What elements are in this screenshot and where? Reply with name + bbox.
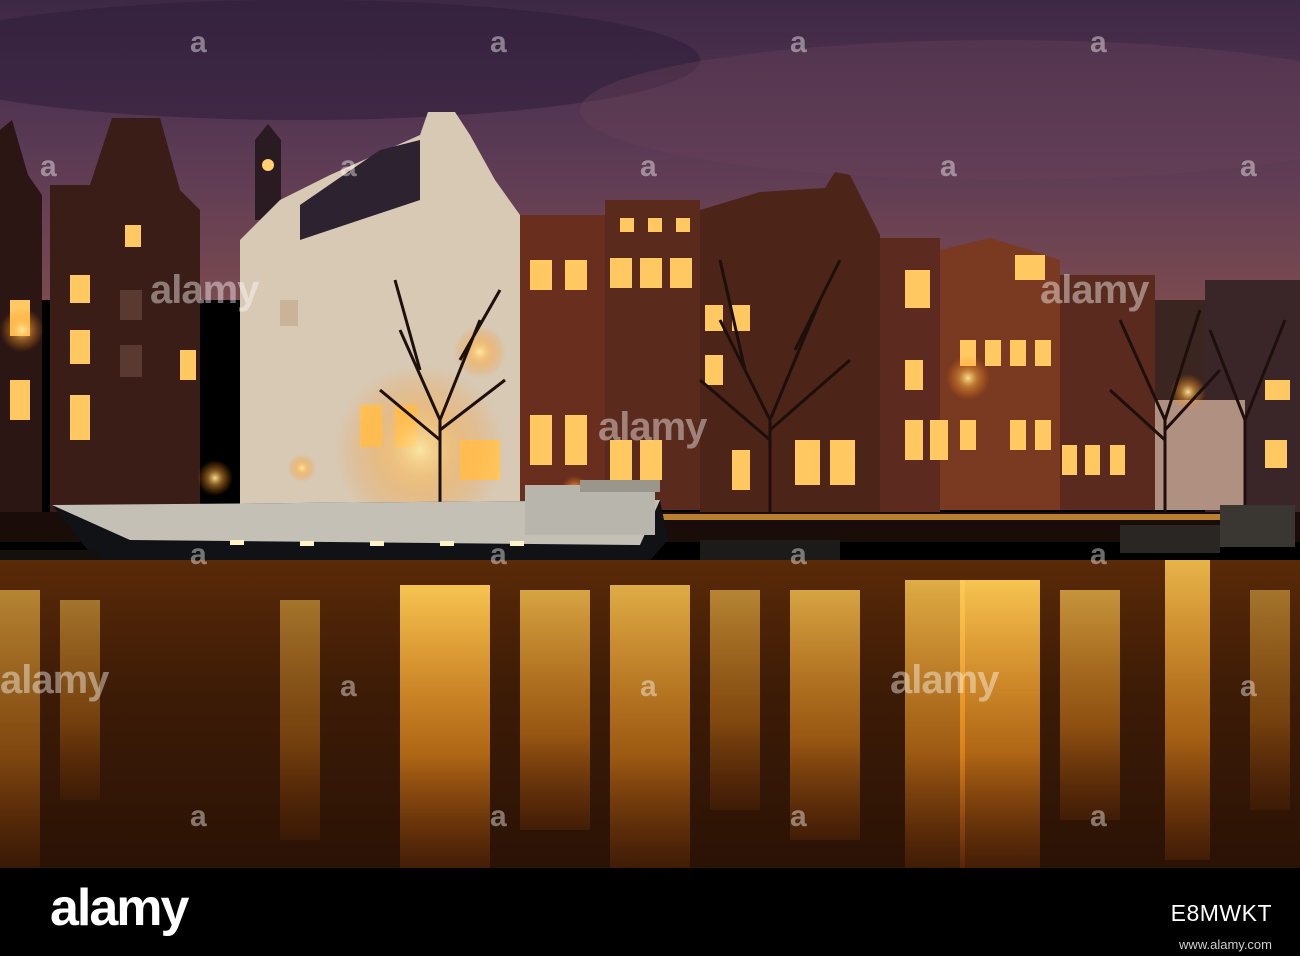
watermark-mark: a [190, 26, 207, 59]
watermark-mark: a [190, 538, 207, 571]
watermark-mark: a [40, 150, 57, 183]
watermark-word: alamy [598, 405, 707, 449]
watermark-word: alamy [1040, 268, 1149, 312]
watermark-mark: a [640, 670, 657, 703]
small-boat [700, 540, 840, 560]
watermark-mark: a [340, 150, 357, 183]
watermark-mark: a [1240, 150, 1257, 183]
watermark-mark: a [490, 538, 507, 571]
watermark-mark: a [640, 150, 657, 183]
watermark-mark: a [790, 538, 807, 571]
photo-scene: alamy alamy alamy alamy alamy a a a a a … [0, 0, 1300, 868]
watermark-mark: a [490, 26, 507, 59]
watermark-word: alamy [150, 268, 259, 312]
footer-logo: alamy [50, 879, 189, 937]
watermark-mark: a [490, 800, 507, 833]
small-boat [1220, 505, 1295, 547]
watermark-mark: a [1090, 800, 1107, 833]
footer-site-url: www.alamy.com [1179, 937, 1272, 952]
small-boat [1120, 525, 1220, 553]
watermark-word: alamy [890, 658, 999, 702]
watermark-mark: a [790, 26, 807, 59]
light-trail [660, 514, 1220, 520]
footer-image-id: E8MWKT [1170, 900, 1272, 926]
watermark-word: alamy [0, 658, 109, 702]
clock-face [262, 159, 274, 171]
watermark-mark: a [340, 670, 357, 703]
watermark-mark: a [1090, 538, 1107, 571]
watermark-mark: a [190, 800, 207, 833]
watermark-mark: a [790, 800, 807, 833]
watermark-mark: a [940, 150, 957, 183]
stock-footer-bar: alamy E8MWKT www.alamy.com [0, 868, 1300, 956]
watermark-mark: a [1090, 26, 1107, 59]
watermark-mark: a [1240, 670, 1257, 703]
